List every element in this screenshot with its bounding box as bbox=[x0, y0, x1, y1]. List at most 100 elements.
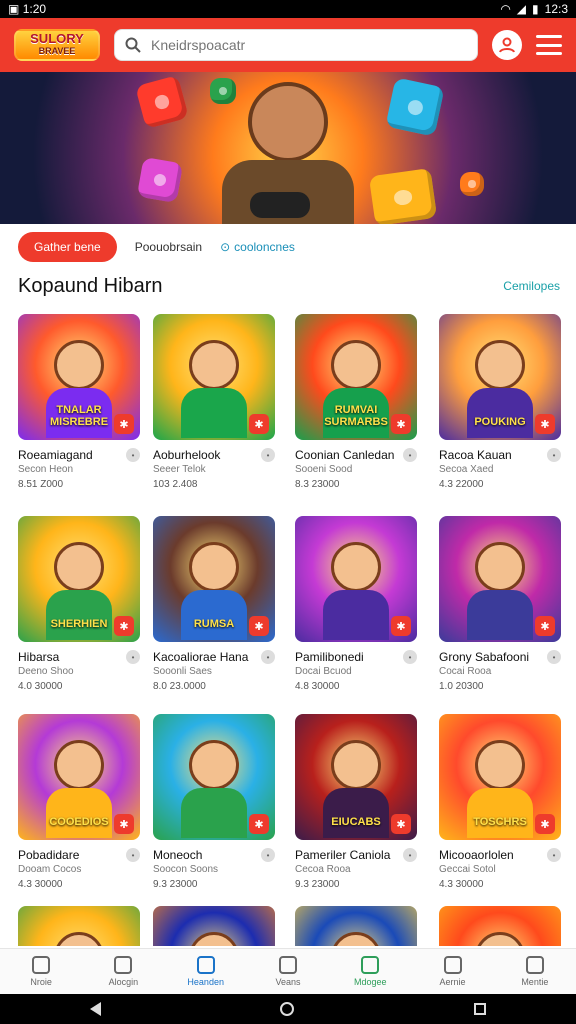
game-card[interactable]: SHERHIEN ✱ Hibarsa • Deeno Shoo 4.0 30000 bbox=[18, 516, 140, 696]
more-options-icon[interactable]: • bbox=[403, 448, 417, 462]
search-input[interactable] bbox=[151, 37, 467, 53]
nav-item[interactable]: Alocgin bbox=[82, 949, 164, 994]
game-card[interactable] bbox=[18, 906, 140, 946]
nav-item[interactable]: Mentie bbox=[494, 949, 576, 994]
game-thumbnail[interactable]: ✱ bbox=[153, 314, 275, 440]
game-thumbnail[interactable]: POUKING ✱ bbox=[439, 314, 561, 440]
game-title: Coonian Canledan bbox=[295, 448, 395, 462]
hero-character bbox=[248, 82, 328, 162]
game-stats: 103 2.408 bbox=[153, 479, 198, 490]
game-thumbnail[interactable] bbox=[18, 906, 140, 946]
character-face bbox=[475, 340, 525, 390]
game-thumbnail[interactable]: COOEDIOS ✱ bbox=[18, 714, 140, 840]
more-options-icon[interactable]: • bbox=[261, 448, 275, 462]
game-title-row: Racoa Kauan • bbox=[439, 448, 561, 462]
filter-chip-active[interactable]: Gather bene bbox=[18, 232, 117, 262]
game-card[interactable]: SOME bbox=[153, 906, 275, 946]
game-thumbnail[interactable]: EIUCABS ✱ bbox=[295, 714, 417, 840]
game-thumbnail[interactable]: RUMSA ✱ bbox=[153, 516, 275, 642]
game-card[interactable]: EIUCABS ✱ Pameriler Caniola • Cecoa Rooa 9.3 … bbox=[295, 714, 417, 894]
character-face bbox=[189, 340, 239, 390]
status-bar: ▣ 1:20 ◠ ◢ ▮ 12:3 bbox=[0, 0, 576, 18]
game-thumbnail[interactable]: YLDEK bbox=[295, 906, 417, 946]
more-options-icon[interactable]: • bbox=[126, 650, 140, 664]
game-subtitle: Cocai Rooa bbox=[439, 666, 492, 677]
more-options-icon[interactable]: • bbox=[403, 848, 417, 862]
game-badge-icon: ✱ bbox=[391, 414, 411, 434]
game-badge-icon: ✱ bbox=[249, 616, 269, 636]
game-card[interactable]: POUKING ✱ Racoa Kauan • Secoa Xaed 4.3 22000 bbox=[439, 314, 561, 494]
character-face bbox=[54, 340, 104, 390]
game-stats: 4.0 30000 bbox=[18, 681, 63, 692]
character-body bbox=[467, 388, 533, 438]
more-options-icon[interactable]: • bbox=[547, 650, 561, 664]
character-body bbox=[46, 788, 112, 838]
app-logo[interactable]: SULORY BRAVEE bbox=[14, 29, 100, 61]
game-title-row: Hibarsa • bbox=[18, 650, 140, 664]
game-card[interactable]: TOSCHRS ✱ Micooaorlolen • Geccai Sotol 4.3 30… bbox=[439, 714, 561, 894]
hamburger-icon[interactable] bbox=[536, 35, 562, 55]
nav-item[interactable]: Aernie bbox=[411, 949, 493, 994]
more-options-icon[interactable]: • bbox=[126, 848, 140, 862]
recents-icon[interactable] bbox=[474, 1003, 487, 1015]
game-card[interactable] bbox=[439, 906, 561, 946]
filter-chip[interactable]: Poouobrsain bbox=[135, 240, 202, 254]
games-icon bbox=[196, 956, 215, 974]
dice-decor bbox=[210, 78, 236, 104]
more-options-icon[interactable]: • bbox=[403, 650, 417, 664]
status-right: ◠ ◢ ▮ 12:3 bbox=[500, 2, 568, 16]
back-icon[interactable] bbox=[89, 1002, 101, 1016]
more-options-icon[interactable]: • bbox=[126, 448, 140, 462]
nav-item[interactable]: Mdogee bbox=[329, 949, 411, 994]
more-options-icon[interactable]: • bbox=[261, 650, 275, 664]
game-card[interactable]: ✱ Aoburhelook • Seeer Telok 103 2.408 bbox=[153, 314, 275, 494]
nav-label: Mdogee bbox=[354, 977, 387, 987]
more-options-icon[interactable]: • bbox=[261, 848, 275, 862]
game-card[interactable]: YLDEK bbox=[295, 906, 417, 946]
game-stats: 8.3 23000 bbox=[295, 479, 340, 490]
hero-banner[interactable] bbox=[0, 72, 576, 224]
account-button[interactable] bbox=[492, 30, 522, 60]
game-subtitle: Geccai Sotol bbox=[439, 864, 496, 875]
game-card[interactable]: RUMVAI SURMARBS ✱ Coonian Canledan • Sooeni … bbox=[295, 314, 417, 494]
nav-item[interactable]: Heanden bbox=[165, 949, 247, 994]
refresh-icon: ⊙ bbox=[220, 240, 231, 254]
character-face bbox=[331, 542, 381, 592]
game-thumbnail[interactable]: SOME bbox=[153, 906, 275, 946]
character-body bbox=[181, 388, 247, 438]
game-badge-icon: ✱ bbox=[114, 414, 134, 434]
nav-item[interactable]: Nroie bbox=[0, 949, 82, 994]
game-thumbnail[interactable]: SHERHIEN ✱ bbox=[18, 516, 140, 642]
game-card[interactable]: TNALAR MISREBRE ✱ Roeamiagand • Secon Heon 8.… bbox=[18, 314, 140, 494]
game-badge-icon: ✱ bbox=[535, 414, 555, 434]
home-button-icon[interactable] bbox=[280, 1002, 295, 1016]
game-card[interactable]: ✱ Moneoch • Soocon Soons 9.3 23000 bbox=[153, 714, 275, 894]
search-bar bbox=[114, 29, 478, 61]
game-card[interactable]: ✱ Grony Sabafooni • Cocai Rooa 1.0 20300 bbox=[439, 516, 561, 696]
game-subtitle: Secoa Xaed bbox=[439, 464, 494, 475]
character-body bbox=[467, 788, 533, 838]
see-all-link[interactable]: Cemilopes bbox=[503, 279, 560, 293]
filter-link[interactable]: ⊙ cooloncnes bbox=[220, 240, 295, 254]
game-title-row: Coonian Canledan • bbox=[295, 448, 417, 462]
game-card[interactable]: COOEDIOS ✱ Pobadidare • Dooam Cocos 4.3 30000 bbox=[18, 714, 140, 894]
character-face bbox=[189, 542, 239, 592]
game-card[interactable]: RUMSA ✱ Kacoaliorae Hana • Sooonli Saes 8.0 2… bbox=[153, 516, 275, 696]
game-card[interactable]: ✱ Pamilibonedi • Docai Bcuod 4.8 30000 bbox=[295, 516, 417, 696]
game-thumbnail[interactable]: TOSCHRS ✱ bbox=[439, 714, 561, 840]
game-thumbnail[interactable]: ✱ bbox=[153, 714, 275, 840]
nav-item[interactable]: Veans bbox=[247, 949, 329, 994]
game-thumbnail[interactable]: RUMVAI SURMARBS ✱ bbox=[295, 314, 417, 440]
game-thumbnail[interactable]: TNALAR MISREBRE ✱ bbox=[18, 314, 140, 440]
notification-icon: ▣ bbox=[8, 2, 20, 16]
more-options-icon[interactable]: • bbox=[547, 448, 561, 462]
game-thumbnail[interactable] bbox=[439, 906, 561, 946]
game-title: Kacoaliorae Hana bbox=[153, 650, 249, 664]
game-badge-icon: ✱ bbox=[114, 814, 134, 834]
game-title: Roeamiagand bbox=[18, 448, 93, 462]
character-body bbox=[467, 590, 533, 640]
game-thumbnail[interactable]: ✱ bbox=[439, 516, 561, 642]
game-title-row: Pobadidare • bbox=[18, 848, 140, 862]
more-options-icon[interactable]: • bbox=[547, 848, 561, 862]
game-thumbnail[interactable]: ✱ bbox=[295, 516, 417, 642]
